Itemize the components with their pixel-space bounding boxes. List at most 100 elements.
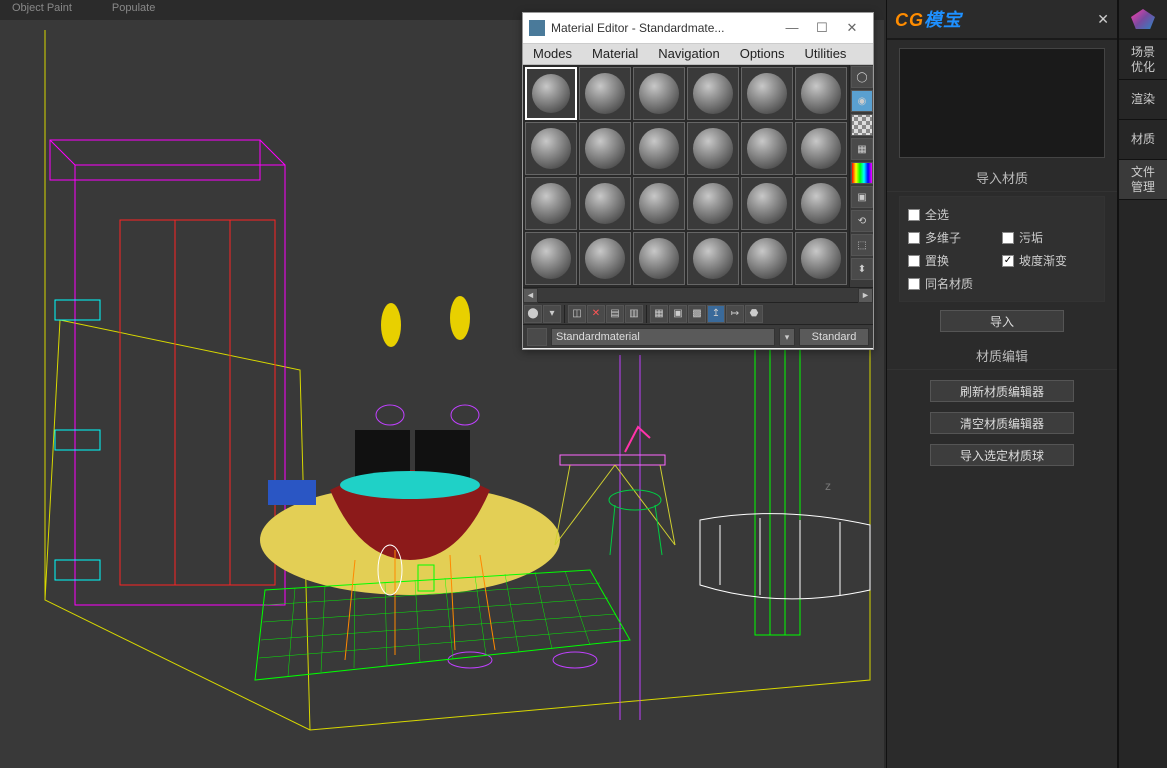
material-sample-slot[interactable] [579, 67, 631, 120]
refresh-editor-button[interactable]: 刷新材质编辑器 [930, 380, 1074, 402]
close-button[interactable]: ✕ [837, 17, 867, 39]
material-sample-slot[interactable] [795, 122, 847, 175]
plugin-close-icon[interactable]: ✕ [1097, 11, 1109, 28]
material-sample-slot[interactable] [525, 122, 577, 175]
material-sample-slot[interactable] [579, 122, 631, 175]
tab-render[interactable]: 渲染 [1119, 80, 1167, 120]
material-sample-slot[interactable] [795, 232, 847, 285]
material-sample-grid [523, 65, 849, 287]
material-sample-slot[interactable] [687, 67, 739, 120]
checkbox-gradient[interactable]: 坡度渐变 [1002, 252, 1096, 269]
put-to-library-icon[interactable]: ▤ [606, 305, 624, 323]
sphere-icon [531, 183, 571, 224]
material-sample-slot[interactable] [525, 67, 577, 120]
material-sample-slot[interactable] [633, 177, 685, 230]
material-id-icon[interactable]: ▥ [625, 305, 643, 323]
sample-uv-icon[interactable]: ▦ [851, 138, 873, 160]
import-selected-button[interactable]: 导入选定材质球 [930, 444, 1074, 466]
sample-type-icon[interactable]: ◯ [851, 66, 873, 88]
sphere-icon [585, 238, 625, 279]
checkbox-icon [908, 255, 920, 267]
material-name-dropdown-icon[interactable]: ▾ [779, 328, 795, 346]
go-forward-icon[interactable]: ↦ [726, 305, 744, 323]
minimize-button[interactable]: ― [777, 17, 807, 39]
side-toolbar: 场景 优化 渲染 材质 文件 管理 [1118, 0, 1167, 768]
sphere-icon [801, 73, 841, 114]
go-to-parent-icon[interactable]: ↥ [707, 305, 725, 323]
sphere-icon [801, 128, 841, 169]
sphere-icon [585, 128, 625, 169]
menu-options[interactable]: Options [730, 44, 795, 64]
sample-scrollbar[interactable]: ◄ ► [523, 287, 873, 302]
checkbox-multisub[interactable]: 多维子 [908, 229, 1002, 246]
maximize-button[interactable]: ☐ [807, 17, 837, 39]
get-material-icon[interactable]: ⬤ [524, 305, 542, 323]
material-sample-slot[interactable] [741, 122, 793, 175]
material-editor-menubar: Modes Material Navigation Options Utilit… [523, 43, 873, 65]
plugin-logo-cn: 模宝 [924, 10, 962, 30]
import-button[interactable]: 导入 [940, 310, 1064, 332]
sphere-icon [639, 238, 679, 279]
material-sample-slot[interactable] [525, 177, 577, 230]
checkbox-samename[interactable]: 同名材质 [908, 275, 1096, 292]
material-sample-slot[interactable] [687, 122, 739, 175]
make-preview-icon[interactable]: ▣ [851, 186, 873, 208]
material-sample-slot[interactable] [633, 122, 685, 175]
tab-scene-optimize[interactable]: 场景 优化 [1119, 40, 1167, 80]
cg-plugin-panel: CG模宝 ✕ 导入材质 全选 多维子 污垢 置换 坡度渐变 同名材质 导入 材质… [886, 0, 1118, 768]
material-sample-slot[interactable] [741, 232, 793, 285]
eyedropper-icon[interactable] [527, 328, 547, 346]
material-sample-slot[interactable] [795, 67, 847, 120]
material-map-nav-icon[interactable]: ⬍ [851, 258, 873, 280]
checkbox-icon [908, 232, 920, 244]
material-sample-slot[interactable] [687, 177, 739, 230]
pick-material-icon[interactable]: ⬣ [745, 305, 763, 323]
checkbox-icon [908, 278, 920, 290]
material-sample-slot[interactable] [795, 177, 847, 230]
material-side-tools: ◯ ◉ ▦ ▣ ⟲ ⬚ ⬍ [849, 65, 873, 287]
svg-text:z: z [825, 479, 831, 493]
material-sample-slot[interactable] [741, 177, 793, 230]
material-sample-slot[interactable] [579, 177, 631, 230]
material-sample-slot[interactable] [741, 67, 793, 120]
material-sample-slot[interactable] [525, 232, 577, 285]
tab-material[interactable]: 材质 [1119, 120, 1167, 160]
tab-file-manage[interactable]: 文件 管理 [1119, 160, 1167, 200]
reset-map-icon[interactable]: ✕ [587, 305, 605, 323]
menu-modes[interactable]: Modes [523, 44, 582, 64]
material-sample-slot[interactable] [579, 232, 631, 285]
backlight-icon[interactable]: ◉ [851, 90, 873, 112]
scroll-right-icon[interactable]: ► [858, 288, 873, 303]
checkbox-select-all[interactable]: 全选 [908, 206, 1096, 223]
sphere-icon [693, 73, 733, 114]
material-editor-window[interactable]: Material Editor - Standardmate... ― ☐ ✕ … [522, 12, 874, 350]
show-end-result-icon[interactable]: ▣ [669, 305, 687, 323]
background-icon[interactable] [851, 114, 873, 136]
put-material-icon[interactable]: ▾ [543, 305, 561, 323]
clear-editor-button[interactable]: 清空材质编辑器 [930, 412, 1074, 434]
import-options: 全选 多维子 污垢 置换 坡度渐变 同名材质 [899, 196, 1105, 302]
material-sample-slot[interactable] [633, 232, 685, 285]
sphere-icon [747, 238, 787, 279]
checkbox-displace[interactable]: 置换 [908, 252, 1002, 269]
background-pattern-icon[interactable]: ▩ [688, 305, 706, 323]
scroll-left-icon[interactable]: ◄ [523, 288, 538, 303]
show-in-viewport-icon[interactable]: ▦ [650, 305, 668, 323]
material-sample-area: ◯ ◉ ▦ ▣ ⟲ ⬚ ⬍ [523, 65, 873, 287]
video-color-icon[interactable] [851, 162, 873, 184]
material-type-button[interactable]: Standard [799, 328, 869, 346]
material-sample-slot[interactable] [633, 67, 685, 120]
material-editor-titlebar[interactable]: Material Editor - Standardmate... ― ☐ ✕ [523, 13, 873, 43]
material-sample-slot[interactable] [687, 232, 739, 285]
select-by-material-icon[interactable]: ⬚ [851, 234, 873, 256]
checkbox-dirt[interactable]: 污垢 [1002, 229, 1096, 246]
material-editor-title: Material Editor - Standardmate... [551, 21, 777, 35]
menu-navigation[interactable]: Navigation [648, 44, 729, 64]
assign-to-selection-icon[interactable]: ◫ [568, 305, 586, 323]
sphere-icon [639, 128, 679, 169]
options-icon[interactable]: ⟲ [851, 210, 873, 232]
scrollbar-track[interactable] [538, 288, 858, 302]
menu-material[interactable]: Material [582, 44, 648, 64]
material-name-input[interactable] [551, 328, 775, 346]
menu-utilities[interactable]: Utilities [795, 44, 857, 64]
